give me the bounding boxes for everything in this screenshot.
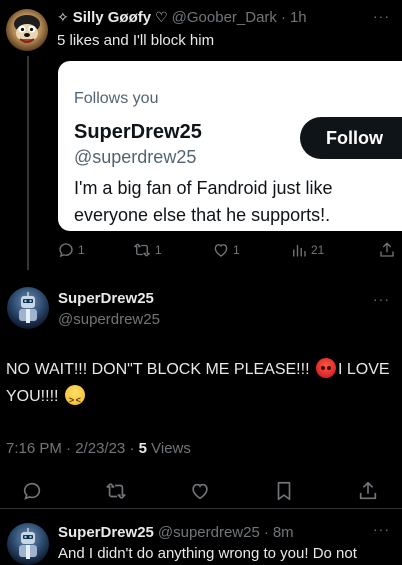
follow-button: Follow — [300, 117, 402, 159]
tweet-goober[interactable]: ✧ Silly Gøøfy ♡ @Goober_Dark · 1h ··· 5 … — [0, 0, 402, 272]
attached-image[interactable]: Follows you SuperDrew25 @superdrew25 Fol… — [58, 61, 402, 231]
share-icon — [380, 242, 394, 257]
handle[interactable]: @superdrew25 — [158, 524, 260, 541]
reply-icon[interactable] — [20, 480, 44, 502]
retweet-count: 1 — [155, 243, 162, 257]
more-options-icon[interactable]: ··· — [373, 291, 390, 307]
handle[interactable]: @superdrew25 — [58, 311, 160, 328]
separator-dot: · — [129, 440, 135, 457]
follows-you-label: Follows you — [74, 90, 159, 107]
more-options-icon[interactable]: ··· — [373, 8, 390, 24]
display-name[interactable]: Silly Gøøfy — [73, 9, 151, 26]
goofy-avatar-icon — [14, 15, 40, 43]
more-options-icon[interactable]: ··· — [373, 521, 390, 537]
tweet-superdrew-reply[interactable]: SuperDrew25 @superdrew25 · 8m ··· And I … — [0, 509, 402, 565]
views-count: 21 — [311, 243, 325, 257]
like-count: 1 — [233, 243, 240, 257]
confounded-face-icon — [64, 385, 85, 414]
share-icon[interactable] — [356, 480, 380, 502]
analytics-icon — [293, 244, 306, 257]
retweet-button[interactable]: 1 — [132, 241, 212, 259]
separator-dot: · — [263, 524, 269, 541]
handle[interactable]: @Goober_Dark — [172, 9, 277, 26]
avatar[interactable] — [6, 9, 48, 51]
pouting-face-icon — [315, 358, 336, 378]
profile-handle: @superdrew25 — [74, 147, 197, 167]
reply-count: 1 — [78, 243, 85, 257]
tweet-actions: 1 1 1 21 — [57, 240, 402, 260]
avatar[interactable] — [7, 523, 49, 565]
display-name[interactable]: SuperDrew25 — [58, 524, 154, 541]
share-button[interactable] — [378, 241, 396, 259]
retweet-icon[interactable] — [104, 480, 128, 502]
like-button[interactable]: 1 — [212, 241, 290, 259]
retweet-icon — [134, 243, 150, 257]
sparkle-icon: ✧ — [57, 9, 69, 25]
tweet-meta: 7:16 PM · 2/23/23 · 5 Views — [6, 440, 191, 457]
profile-bio: I'm a big fan of Fandroid just like ever… — [74, 178, 333, 225]
robot-avatar-icon — [19, 292, 37, 323]
tweet-time[interactable]: 7:16 PM — [6, 440, 62, 457]
separator-dot: · — [280, 9, 286, 26]
profile-name: SuperDrew25 — [74, 121, 202, 143]
tweet-superdrew-main[interactable]: SuperDrew25 @superdrew25 ··· NO WAIT!!! … — [0, 272, 402, 509]
display-name[interactable]: SuperDrew25 — [58, 290, 154, 307]
tweet-text: NO WAIT!!! DON"T BLOCK ME PLEASE!!! I LO… — [6, 356, 396, 414]
tweet-header: ✧ Silly Gøøfy ♡ @Goober_Dark · 1h — [57, 9, 307, 26]
robot-avatar-icon — [19, 528, 37, 559]
tweet-text: 5 likes and I'll block him — [57, 32, 215, 49]
tweet-text: And I didn't do anything wrong to you! D… — [58, 545, 357, 562]
tweet-actions — [20, 480, 380, 502]
avatar[interactable] — [7, 287, 49, 329]
views-count: 5 — [138, 440, 147, 457]
thread-line — [27, 56, 29, 270]
tweet-text-part1: NO WAIT!!! DON"T BLOCK ME PLEASE!!! — [6, 361, 314, 378]
reply-icon — [59, 243, 73, 258]
bookmark-icon[interactable] — [272, 480, 296, 502]
timestamp[interactable]: 8m — [273, 524, 294, 541]
views-label: Views — [151, 440, 191, 457]
timeline: ✧ Silly Gøøfy ♡ @Goober_Dark · 1h ··· 5 … — [0, 0, 402, 565]
heart-outline-icon: ♡ — [155, 9, 168, 25]
tweet-header: SuperDrew25 @superdrew25 · 8m — [58, 524, 294, 541]
views-button[interactable]: 21 — [290, 241, 378, 259]
heart-icon[interactable] — [188, 480, 212, 502]
timestamp[interactable]: 1h — [290, 9, 307, 26]
separator-dot: · — [66, 440, 72, 457]
heart-icon — [214, 244, 228, 257]
reply-button[interactable]: 1 — [57, 241, 132, 259]
tweet-date[interactable]: 2/23/23 — [75, 440, 125, 457]
